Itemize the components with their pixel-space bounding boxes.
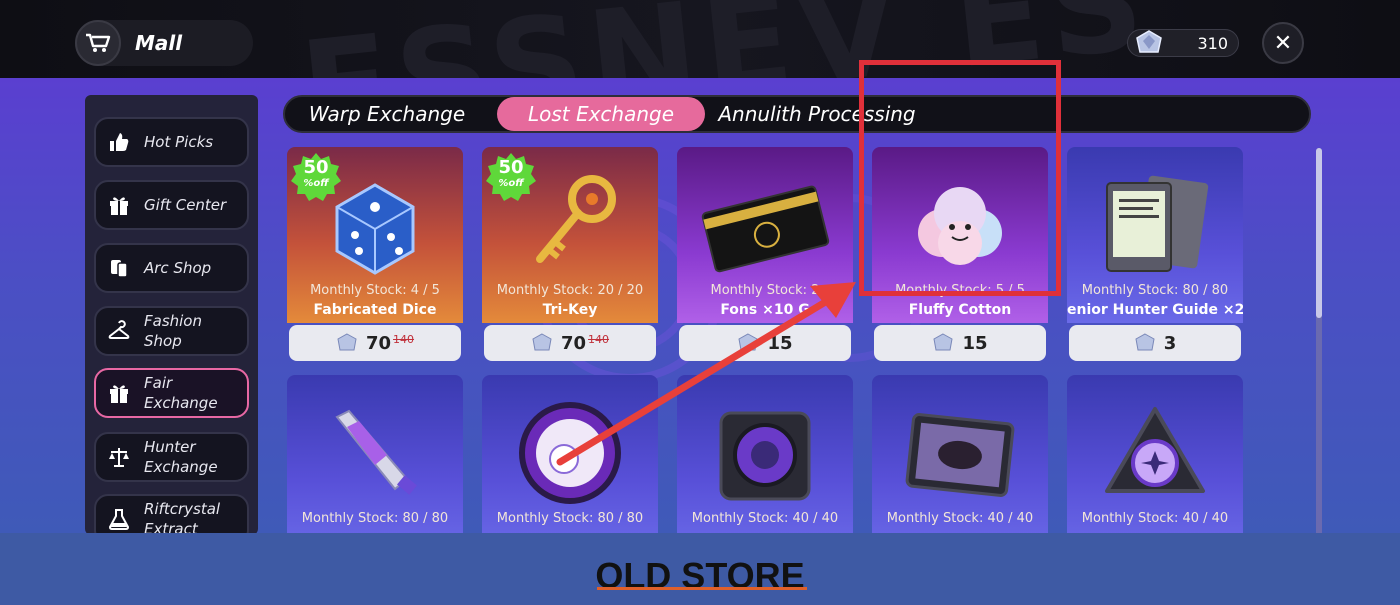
crystal-currency-icon <box>337 333 357 351</box>
currency-amount: 310 <box>1197 33 1228 53</box>
price-value: 70 <box>365 332 392 354</box>
shop-item-card[interactable]: Monthly Stock: 80 / 80 enior Hunter Guid… <box>1067 147 1243 365</box>
monthly-stock: Monthly Stock: 20 / 20 <box>496 283 644 298</box>
sidebar-item-fashion-shop[interactable]: Fashion Shop <box>94 306 249 356</box>
flask-icon <box>108 508 130 530</box>
sidebar-item-label: Fair Exchange <box>144 374 218 412</box>
currency-display: 310 <box>1127 29 1239 57</box>
mall-header: Mall <box>75 20 253 66</box>
discount-badge: 50 %off <box>290 151 342 203</box>
monthly-stock: Monthly Stock: 40 / 40 <box>886 511 1034 526</box>
thumbs-up-icon <box>108 131 130 153</box>
monthly-stock: Monthly Stock: 80 / 80 <box>301 511 449 526</box>
item-name: Fluffy Cotton <box>908 302 1012 318</box>
card-item-icon <box>701 185 830 273</box>
price-button[interactable]: 70 140 <box>289 325 461 361</box>
sidebar-item-fair-exchange[interactable]: Fair Exchange <box>94 368 249 418</box>
card-art <box>677 375 853 533</box>
crystal-currency-icon <box>532 333 552 351</box>
sidebar-item-hot-picks[interactable]: Hot Picks <box>94 117 249 167</box>
price-value: 3 <box>1163 332 1177 354</box>
monthly-stock: Monthly Stock: 40 / 40 <box>1081 511 1229 526</box>
shop-item-card[interactable]: 50 %off Monthly Stock: 20 / 20 Tri-Key 7… <box>482 147 658 365</box>
scrollbar-thumb[interactable] <box>1316 148 1322 318</box>
cards-icon <box>108 257 130 279</box>
sidebar-item-label: Arc Shop <box>144 259 212 277</box>
card-art <box>872 375 1048 533</box>
scales-icon <box>108 446 130 468</box>
shop-item-card-fluffy-cotton[interactable]: Monthly Stock: 5 / 5 Fluffy Cotton 15 <box>872 147 1048 365</box>
scrollbar[interactable] <box>1316 148 1322 533</box>
shop-item-card[interactable]: 50 %off Monthly Stock: 4 / 5 Fabricated … <box>287 147 463 365</box>
item-name: Tri-Key <box>542 302 598 318</box>
paint-tube-icon <box>335 409 417 495</box>
shop-item-card[interactable]: Monthly Stock: 40 / 40 <box>1067 375 1243 533</box>
shop-item-card[interactable]: Monthly Stock: 40 / 40 <box>872 375 1048 533</box>
camera-device-icon <box>719 411 811 501</box>
monthly-stock: Monthly Stock: 4 / 5 <box>310 283 440 298</box>
sidebar-item-label: Gift Center <box>144 196 227 214</box>
shop-item-card[interactable]: Monthly Stock: 40 / 40 <box>677 375 853 533</box>
sidebar-item-label: Hunter Exchange <box>144 438 218 476</box>
tablet-device-icon <box>905 413 1015 497</box>
crystal-currency-icon <box>738 333 759 351</box>
footer-banner: OLD STORE <box>0 533 1400 605</box>
monthly-stock: Monthly Stock: 40 / 40 <box>691 511 839 526</box>
footer-underline <box>597 587 807 590</box>
crystal-currency-icon <box>1136 30 1162 53</box>
discount-badge: 50 %off <box>485 151 537 203</box>
monthly-stock: Monthly Stock: 5 / 5 <box>895 283 1025 298</box>
crystal-currency-icon <box>1135 333 1155 351</box>
sidebar-item-label: Riftcrystal Extract <box>144 500 221 533</box>
category-sidebar: Hot Picks Gift Center Arc Shop Fashion S… <box>85 95 258 533</box>
price-value: 70 <box>560 332 587 354</box>
price-button[interactable]: 3 <box>1069 325 1241 361</box>
tab-lost-exchange[interactable]: Lost Exchange <box>497 97 705 131</box>
shopping-cart-icon <box>75 20 121 66</box>
tab-annulith-processing[interactable]: Annulith Processing <box>715 97 919 131</box>
sidebar-item-label: Hot Picks <box>144 133 214 151</box>
shop-main: Hot Picks Gift Center Arc Shop Fashion S… <box>0 78 1400 533</box>
sidebar-item-hunter-exchange[interactable]: Hunter Exchange <box>94 432 249 482</box>
item-name: enior Hunter Guide ×2 <box>1067 302 1243 318</box>
price-button[interactable]: 15 <box>679 325 851 361</box>
shop-item-card[interactable]: Monthly Stock: 2 Fons ×10 G 15 <box>677 147 853 365</box>
monthly-stock: Monthly Stock: 2 <box>710 283 820 298</box>
gift-icon <box>108 194 130 216</box>
sidebar-item-arc-shop[interactable]: Arc Shop <box>94 243 249 293</box>
card-art <box>287 375 463 533</box>
monthly-stock: Monthly Stock: 80 / 80 <box>496 511 644 526</box>
sidebar-item-riftcrystal-extract[interactable]: Riftcrystal Extract <box>94 494 249 533</box>
guide-book-icon <box>1106 175 1209 272</box>
shop-item-card[interactable]: Monthly Stock: 80 / 80 <box>482 375 658 533</box>
background-watermark: ESSNEV ES <box>294 0 1155 78</box>
price-value: 15 <box>962 332 988 354</box>
sidebar-item-label: Fashion Shop <box>144 312 202 350</box>
badge-emblem-icon <box>519 402 621 504</box>
close-button[interactable]: ✕ <box>1262 22 1304 64</box>
crystal-currency-icon <box>933 333 954 351</box>
triangle-device-icon <box>1105 407 1205 493</box>
sidebar-item-gift-center[interactable]: Gift Center <box>94 180 249 230</box>
card-art <box>1067 375 1243 533</box>
gift-icon <box>108 382 130 404</box>
page-title: Mall <box>135 31 183 55</box>
exchange-tabs: Warp Exchange Lost Exchange Annulith Pro… <box>283 95 1311 133</box>
hanger-icon <box>108 320 130 342</box>
original-price: 140 <box>393 332 415 346</box>
price-button[interactable]: 70 140 <box>484 325 656 361</box>
price-button[interactable]: 15 <box>874 325 1046 361</box>
item-name: Fons ×10 G <box>720 302 810 318</box>
price-value: 15 <box>767 332 793 354</box>
item-name: Fabricated Dice <box>313 302 437 318</box>
footer-title: OLD STORE <box>595 555 805 596</box>
shop-item-card[interactable]: Monthly Stock: 80 / 80 <box>287 375 463 533</box>
original-price: 140 <box>588 332 610 346</box>
tab-warp-exchange[interactable]: Warp Exchange <box>297 97 477 131</box>
monthly-stock: Monthly Stock: 80 / 80 <box>1081 283 1229 298</box>
top-bar: ESSNEV ES Mall 310 ✕ <box>0 0 1400 78</box>
card-art <box>482 375 658 533</box>
cloud-icon <box>918 187 1002 265</box>
